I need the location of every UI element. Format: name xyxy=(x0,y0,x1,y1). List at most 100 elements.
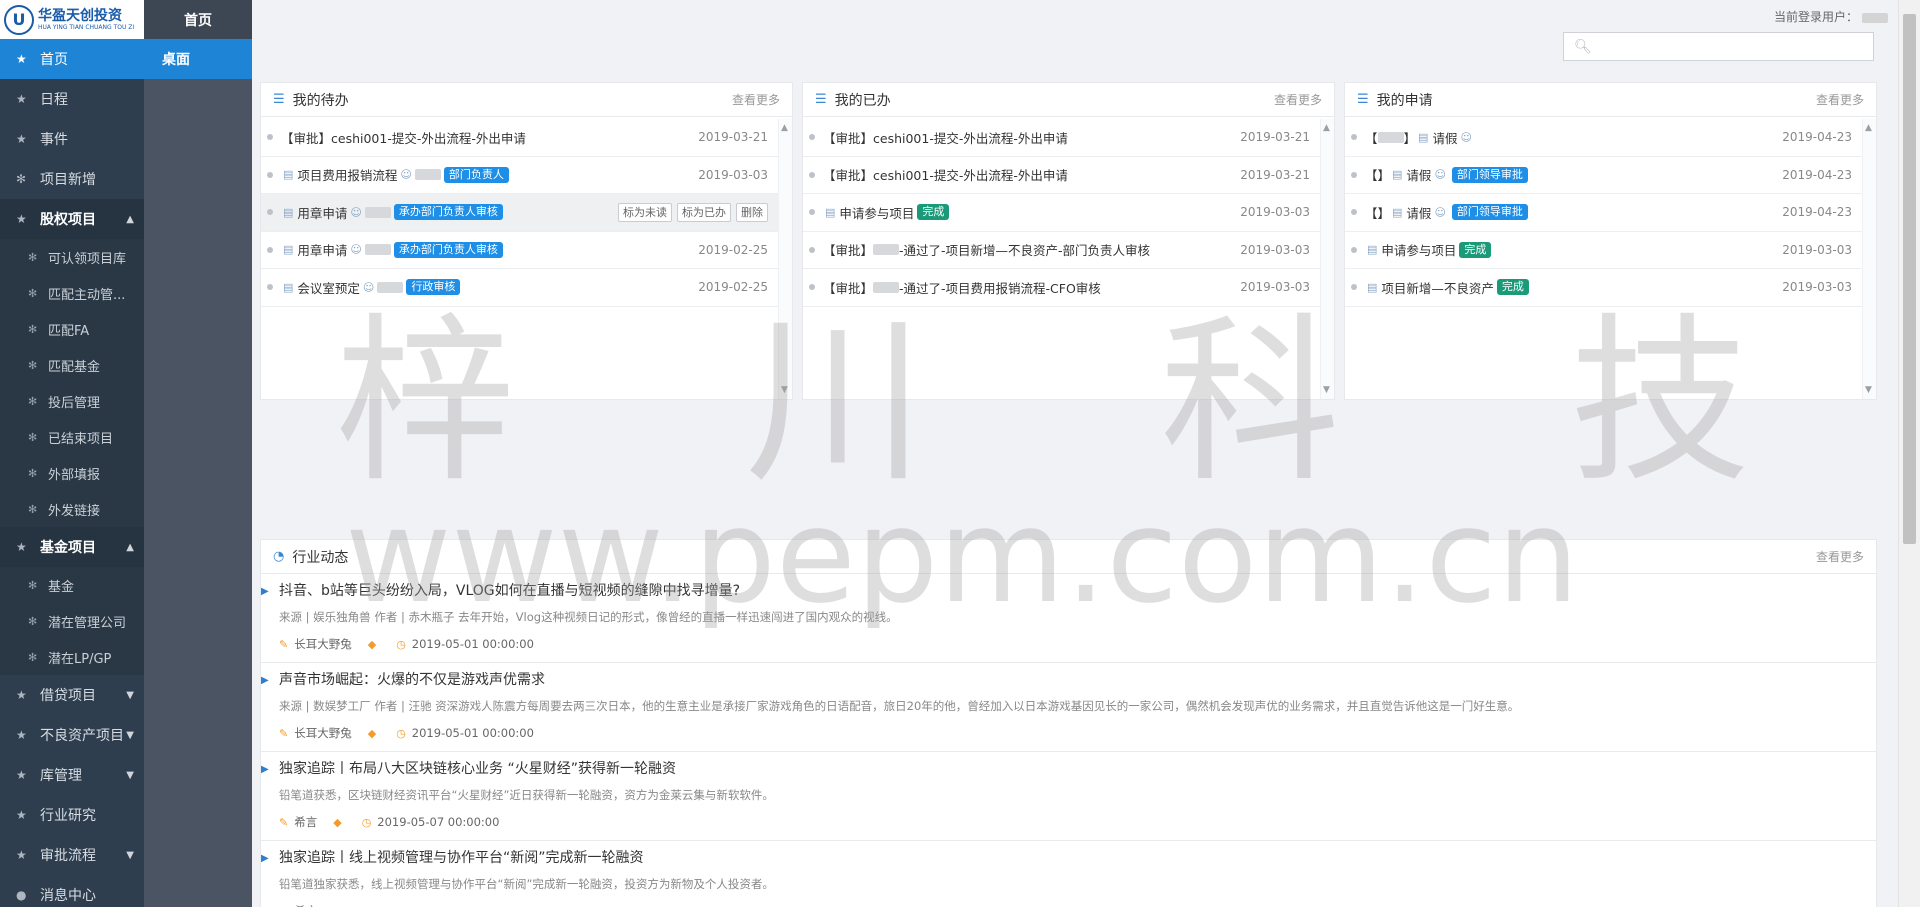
view-more-link[interactable]: 查看更多 xyxy=(1274,91,1322,108)
clock-icon: ◷ xyxy=(361,815,372,829)
done-panel: ☰ 我的已办 查看更多 【审批】ceshi001-提交-外出流程-外出申请 2019-… xyxy=(802,82,1335,400)
apply-panel: ☰ 我的申请 查看更多 【】 ▤ 请假 ☺ 2019-04-23 【】 ▤ 请假 ☺ 部门领导审批 2… xyxy=(1344,82,1877,400)
status-badge: 完成 xyxy=(1459,241,1492,258)
scrollbar[interactable]: ▲ ▼ xyxy=(1320,119,1334,399)
mark-done-button[interactable]: 标为已办 xyxy=(677,202,731,222)
news-item[interactable]: ▶ 独家追踪丨布局八大区块链核心业务 “火星财经”获得新一轮融资 铅笔道获悉，区… xyxy=(261,752,1876,841)
nav-group-fund[interactable]: ★ 基金项目 ▲ xyxy=(0,527,144,567)
scrollbar-thumb[interactable] xyxy=(1903,14,1916,544)
scrollbar[interactable]: ▲ ▼ xyxy=(1862,119,1876,399)
nav-item-messages[interactable]: ● 消息中心 xyxy=(0,875,144,907)
mark-unread-button[interactable]: 标为未读 xyxy=(618,202,672,222)
list-item[interactable]: 【审批】ceshi001-提交-外出流程-外出申请 2019-03-21 xyxy=(803,119,1320,157)
asterisk-icon: ✻ xyxy=(28,286,38,300)
scroll-up-icon[interactable]: ▲ xyxy=(1323,123,1330,133)
list-item[interactable]: 【审批】ceshi001-提交-外出流程-外出申请 2019-03-21 xyxy=(261,119,778,157)
scroll-up-icon[interactable]: ▲ xyxy=(781,123,788,133)
asterisk-icon: ✻ xyxy=(28,358,38,372)
list-item[interactable]: ▤ 用章申请 ☺ 承办部门负责人审核 2019-02-25 xyxy=(261,232,778,269)
news-title[interactable]: 独家追踪丨线上视频管理与协作平台“新阅”完成新一轮融资 xyxy=(279,849,1876,867)
document-icon: ▤ xyxy=(1367,280,1378,294)
star-icon: ★ xyxy=(16,768,27,782)
list-item[interactable]: ▤ 申请参与项目 完成 2019-03-03 xyxy=(803,194,1320,232)
news-title[interactable]: 声音市场崛起：火爆的不仅是游戏声优需求 xyxy=(279,671,1876,689)
list-item[interactable]: ▤ 会议室预定 ☺ 行政审核 2019-02-25 xyxy=(261,269,778,307)
user-name-redacted xyxy=(1862,12,1888,23)
nav-item-npa[interactable]: ★ 不良资产项目 ▼ xyxy=(0,715,144,755)
nav-item-events[interactable]: ★ 事件 xyxy=(0,119,144,159)
news-title[interactable]: 抖音、b站等巨头纷纷入局，VLOG如何在直播与短视频的缝隙中找寻增量? xyxy=(279,582,1876,600)
nav-item-loan[interactable]: ★ 借贷项目 ▼ xyxy=(0,675,144,715)
document-icon: ▤ xyxy=(283,243,294,257)
document-icon: ▤ xyxy=(1418,130,1429,144)
panel-title: 我的已办 xyxy=(834,92,891,109)
nav-sub-item[interactable]: ✻ 投后管理 xyxy=(0,383,144,419)
news-item[interactable]: ▶ 抖音、b站等巨头纷纷入局，VLOG如何在直播与短视频的缝隙中找寻增量? 来源… xyxy=(261,574,1876,663)
list-item[interactable]: ▤ 用章申请 ☺ 承办部门负责人审核 标为未读 标为已办 删除 xyxy=(261,194,778,232)
panel-title: 我的待办 xyxy=(292,92,349,109)
search-input[interactable] xyxy=(1597,39,1873,54)
nav-group-equity[interactable]: ★ 股权项目 ▲ xyxy=(0,199,144,239)
document-icon: ▤ xyxy=(1392,168,1403,182)
nav-item-library[interactable]: ★ 库管理 ▼ xyxy=(0,755,144,795)
scroll-down-icon[interactable]: ▼ xyxy=(1865,385,1872,395)
delete-button[interactable]: 删除 xyxy=(736,202,768,222)
person-icon: ☺ xyxy=(1460,130,1472,144)
filter-icon: ☰ xyxy=(273,92,285,107)
view-more-link[interactable]: 查看更多 xyxy=(732,91,780,108)
view-more-link[interactable]: 查看更多 xyxy=(1816,91,1864,108)
person-icon: ☺ xyxy=(400,168,412,182)
nav-sub-item[interactable]: ✻ 潜在管理公司 xyxy=(0,603,144,639)
scrollbar[interactable]: ▲ ▼ xyxy=(778,119,792,399)
nav-sub-item[interactable]: ✻ 已结束项目 xyxy=(0,419,144,455)
view-more-link[interactable]: 查看更多 xyxy=(1816,548,1864,565)
panel-title: 行业动态 xyxy=(292,549,349,566)
nav-item-approval[interactable]: ★ 审批流程 ▼ xyxy=(0,835,144,875)
news-item[interactable]: ▶ 声音市场崛起：火爆的不仅是游戏声优需求 来源 | 数娱梦工厂 作者 | 汪驰… xyxy=(261,663,1876,752)
nav-sub-item[interactable]: ✻ 外发链接 xyxy=(0,491,144,527)
scroll-down-icon[interactable]: ▼ xyxy=(1323,385,1330,395)
nav-sub-item[interactable]: ✻ 匹配基金 xyxy=(0,347,144,383)
list-item[interactable]: 【审批】 -通过了-项目新增—不良资产-部门负责人审核 2019-03-03 xyxy=(803,232,1320,269)
scroll-down-icon[interactable]: ▼ xyxy=(781,385,788,395)
news-title[interactable]: 独家追踪丨布局八大区块链核心业务 “火星财经”获得新一轮融资 xyxy=(279,760,1876,778)
asterisk-icon: ✻ xyxy=(28,322,38,336)
scroll-up-icon[interactable]: ▲ xyxy=(1865,123,1872,133)
news-desc: 来源 | 数娱梦工厂 作者 | 汪驰 资深游戏人陈震方每周要去两三次日本，他的生… xyxy=(279,699,1520,713)
nav-sub-item[interactable]: ✻ 匹配FA xyxy=(0,311,144,347)
clock-icon: ◷ xyxy=(396,637,406,651)
tag-icon: ◆ xyxy=(333,815,342,829)
nav-sub-item[interactable]: ✻ 基金 xyxy=(0,567,144,603)
list-item[interactable]: 【审批】 -通过了-项目费用报销流程-CFO审核 2019-03-03 xyxy=(803,269,1320,307)
nav-item-project-new[interactable]: ✻ 项目新增 xyxy=(0,159,144,199)
list-item[interactable]: 【审批】ceshi001-提交-外出流程-外出申请 2019-03-21 xyxy=(803,157,1320,194)
nav-item-home[interactable]: ★ 首页 xyxy=(0,39,144,79)
nav-sub-item[interactable]: ✻ 可认领项目库 xyxy=(0,239,144,275)
list-item[interactable]: ▤ 项目新增—不良资产 完成 2019-03-03 xyxy=(1345,269,1862,307)
list-item[interactable]: ▤ 申请参与项目 完成 2019-03-03 xyxy=(1345,232,1862,269)
nav-item-research[interactable]: ★ 行业研究 xyxy=(0,795,144,835)
list-item[interactable]: ▤ 项目费用报销流程 ☺ 部门负责人 2019-03-03 xyxy=(261,157,778,194)
list-item[interactable]: 【】 ▤ 请假 ☺ 2019-04-23 xyxy=(1345,119,1862,157)
document-icon: ▤ xyxy=(283,168,294,182)
status-badge: 行政审核 xyxy=(406,279,461,296)
logo[interactable]: U 华盈天创投资 HUA YING TIAN CHUANG TOU ZI xyxy=(0,0,144,39)
list-item[interactable]: 【】 ▤ 请假 ☺ 部门领导审批 2019-04-23 xyxy=(1345,194,1862,232)
logo-subtext: HUA YING TIAN CHUANG TOU ZI xyxy=(38,23,135,31)
nav-item-schedule[interactable]: ★ 日程 xyxy=(0,79,144,119)
list-item[interactable]: 【】 ▤ 请假 ☺ 部门领导审批 2019-04-23 xyxy=(1345,157,1862,194)
star-icon: ★ xyxy=(16,92,27,106)
search-box[interactable]: 🔍︎ xyxy=(1563,32,1874,61)
page-scrollbar[interactable] xyxy=(1898,0,1920,907)
status-badge: 完成 xyxy=(917,204,950,221)
star-icon: ★ xyxy=(16,212,27,226)
nav-sub-item[interactable]: ✻ 潜在LP/GP xyxy=(0,639,144,675)
tag-icon: ◆ xyxy=(367,637,377,651)
news-item[interactable]: ▶ 独家追踪丨线上视频管理与协作平台“新阅”完成新一轮融资 铅笔道独家获悉，线上… xyxy=(261,841,1876,907)
nav-sub-item[interactable]: ✻ 外部填报 xyxy=(0,455,144,491)
secondary-nav-item-desktop[interactable]: 桌面 xyxy=(144,39,252,79)
left-nav: U 华盈天创投资 HUA YING TIAN CHUANG TOU ZI ★ 首页… xyxy=(0,0,144,907)
caret-down-icon: ▼ xyxy=(126,729,134,741)
nav-sub-item[interactable]: ✻ 匹配主动管... xyxy=(0,275,144,311)
secondary-nav-title: 首页 xyxy=(144,0,252,39)
